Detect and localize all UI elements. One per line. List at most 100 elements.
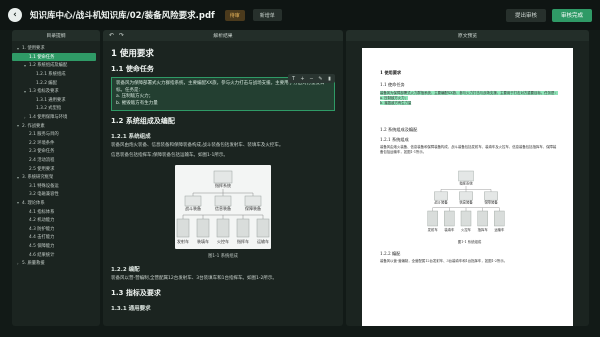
diagram-level2-label: 火控车 [461, 227, 472, 232]
pdf-highlight-block[interactable]: 装备风为保障部署式火力群指系统，主要编配XX旅，参与火力打击与战场支援。主要用于… [380, 91, 559, 106]
status-badge: 待审 [224, 9, 245, 21]
outline-item-label: 2.1 服务与目的 [29, 132, 59, 138]
outline-item-label: 4.5 保障能力 [29, 243, 55, 249]
outline-item[interactable]: 4.2 机动能力 [12, 216, 100, 225]
outline-item[interactable]: 3.2 电磁兼容性 [12, 190, 100, 199]
system-diagram-image: 指挥系统 战斗装备 信息装备 保障装备 发射车 装填车 火控车 指挥车 运输车 [175, 165, 271, 249]
outline-item[interactable]: 2.1 服务与目的 [12, 130, 100, 139]
redo-icon[interactable]: ↷ [119, 32, 124, 39]
new-item-button[interactable]: 新增单 [252, 9, 282, 21]
outline-item[interactable]: › 5. 质量救援 [12, 259, 100, 268]
outline-item[interactable]: 2.4 活动流程 [12, 156, 100, 165]
diagram-level2-box [460, 210, 472, 227]
pdf-highlight: 装备风为保障部署式火力群指系统，主要编配XX旅，参与火力打击与战场支援 [380, 91, 497, 95]
undo-icon[interactable]: ↶ [109, 32, 114, 39]
outline-item[interactable]: 1.1 使命任务 [12, 52, 96, 62]
edit-icon[interactable]: ✎ [318, 76, 323, 82]
diagram-level2-label: 发射车 [177, 238, 189, 244]
format-toolbar: T + − ✎ ▮ [288, 74, 335, 83]
back-arrow-icon: ‹ [13, 10, 17, 20]
pdf-highlight: 。主要用于打击对方重要目标。任务是： [496, 91, 558, 95]
outline-item[interactable]: 2.3 使命任务 [12, 147, 100, 156]
outline-item[interactable]: ▾ 2. 作战要素 [12, 121, 100, 130]
pdf-highlight: b. 摧毁敌方有生力量 [380, 101, 412, 105]
add-icon[interactable]: + [300, 76, 305, 82]
submit-review-button[interactable]: 提出审核 [505, 8, 546, 22]
diagram-level1-box [214, 195, 232, 207]
diagram-level2-box [256, 218, 270, 238]
doc-paragraph: 装备风以营-营编制,全营配属12台发射车、3台装填车和1台指挥车。如图1-2所示… [111, 276, 277, 281]
diagram-level2-box [494, 210, 505, 227]
outline-item-label: 4.4 击打能力 [29, 235, 55, 241]
outline-item[interactable]: 4.1 指标体系 [12, 207, 100, 216]
diagram-level2-box [477, 210, 488, 227]
source-preview-header: 原文预览 [346, 30, 589, 41]
outline-item-label: 2.2 环境条件 [29, 140, 55, 146]
diagram-level2-label: 运输车 [494, 227, 505, 232]
diagram-root-label: 指挥系统 [215, 182, 231, 188]
outline-header: 目录提纲 [12, 30, 100, 41]
outline-item[interactable]: 1.3.1 通用要求 [12, 96, 100, 105]
diagram-level1-label: 保障装备 [484, 200, 498, 205]
outline-item[interactable]: 4.3 防护能力 [12, 224, 100, 233]
text-style-icon[interactable]: T [291, 76, 296, 82]
outline-item-label: 4.3 防护能力 [29, 226, 55, 232]
diagram-level2-label: 指挥车 [478, 227, 489, 232]
outline-item[interactable]: 3.1 特殊设备运 [12, 182, 100, 191]
outline-item[interactable]: ▾ 1. 使用要求 [12, 44, 100, 53]
page-title: 知识库中心/战斗机知识库/02/装备风险要求.pdf [30, 11, 215, 21]
selected-item-b: b. 摧毁敌方有生力量 [116, 100, 158, 106]
pdf-heading-1-2-2: 1.2.2 编配 [380, 251, 401, 256]
doc-heading-1-3: 1.3 指标及要求 [111, 288, 161, 297]
doc-heading-1: 1 使用要求 [111, 49, 154, 59]
outline-item[interactable]: 1.2.2 编配 [12, 78, 100, 87]
outline-item[interactable]: 1.2.1 系统组成 [12, 70, 100, 79]
doc-heading-1-2-2: 1.2.2 编配 [111, 267, 140, 273]
outline-item[interactable]: › 1.4 使用保障与环境 [12, 113, 100, 122]
pdf-figure-caption: 图1-1 系统组成 [457, 240, 482, 244]
approve-button[interactable]: 审核完成 [551, 8, 592, 22]
outline-item[interactable]: ▾ 1.2 系统组成及编配 [12, 61, 100, 70]
outline-item-label: 1.2 系统组成及编配 [29, 63, 68, 69]
diagram-level2-box [196, 218, 210, 238]
outline-item-label: 4. 理论体系 [22, 200, 45, 206]
outline-item[interactable]: ▾ 3. 系统研究框架 [12, 173, 100, 182]
outline-item-label: 1.1 使命任务 [29, 54, 55, 60]
outline-item-label: 2.4 活动流程 [29, 158, 55, 164]
outline-tree: ▾ 1. 使用要求 1.1 使命任务 ▾ 1.2 系统组成及编配 1.2.1 系统组成 1.… [12, 41, 100, 267]
doc-heading-1-1: 1.1 使命任务 [111, 65, 154, 73]
outline-item[interactable]: ▾ 4. 理论体系 [12, 199, 100, 208]
outline-item-label: 3.2 电磁兼容性 [29, 192, 59, 198]
parsed-document[interactable]: 1 使用要求 1.1 使命任务 T + − ✎ ▮ 装备风为保障部署式火力群指系统，主要… [103, 41, 343, 317]
outline-item-label: 1.3.2 式型指 [36, 106, 62, 112]
outline-item[interactable]: 4.5 保障能力 [12, 242, 100, 251]
diagram-level1-box [434, 191, 448, 201]
outline-item-label: 4.1 指标体系 [29, 209, 55, 215]
doc-heading-1-2-1: 1.2.1 系统组成 [111, 134, 151, 140]
diagram-level2-box [236, 218, 250, 238]
remove-icon[interactable]: − [309, 76, 314, 82]
back-button[interactable]: ‹ [8, 8, 22, 22]
diagram-level1-label: 信息装备 [459, 200, 473, 205]
outline-item-label: 2.3 使命任务 [29, 149, 55, 155]
outline-item[interactable]: 4.6 结果统计 [12, 250, 100, 259]
outline-item-label: 5. 质量救援 [22, 261, 45, 267]
outline-item[interactable]: 2.5 使用要求 [12, 164, 100, 173]
outline-item[interactable]: 4.4 击打能力 [12, 233, 100, 242]
pdf-page[interactable]: 1 使用要求 1.1 使命任务 装备风为保障部署式火力群指系统，主要编配XX旅，… [362, 48, 573, 326]
parse-result-header: ↶ ↷ 解析结果 [103, 30, 343, 41]
outline-item[interactable]: ▾ 1.3 指标及要求 [12, 87, 100, 96]
outline-item[interactable]: 1.3.2 式型指 [12, 104, 100, 113]
diagram-level2-box [216, 218, 230, 238]
diagram-level1-box [484, 191, 498, 201]
outline-panel: 目录提纲 ▾ 1. 使用要求 1.1 使命任务 ▾ 1.2 系统组成及编配 1.2.1 系… [12, 30, 100, 326]
outline-item-label: 2.5 使用要求 [29, 166, 55, 172]
outline-item[interactable]: 2.2 环境条件 [12, 139, 100, 148]
pdf-heading-1: 1 使用要求 [380, 70, 402, 75]
doc-heading-1-3-1: 1.3.1 通用要求 [111, 305, 151, 312]
diagram-level2-label: 发射车 [428, 227, 439, 232]
outline-item-label: 1.2.1 系统组成 [36, 72, 66, 78]
system-diagram: 指挥系统战斗装备 信息装备 保障装备发射车 装填车 火控车 指挥车 运输车 [176, 170, 270, 244]
pdf-highlight: a. 压制敌方火力； [380, 96, 408, 100]
delete-icon[interactable]: ▮ [327, 76, 332, 82]
